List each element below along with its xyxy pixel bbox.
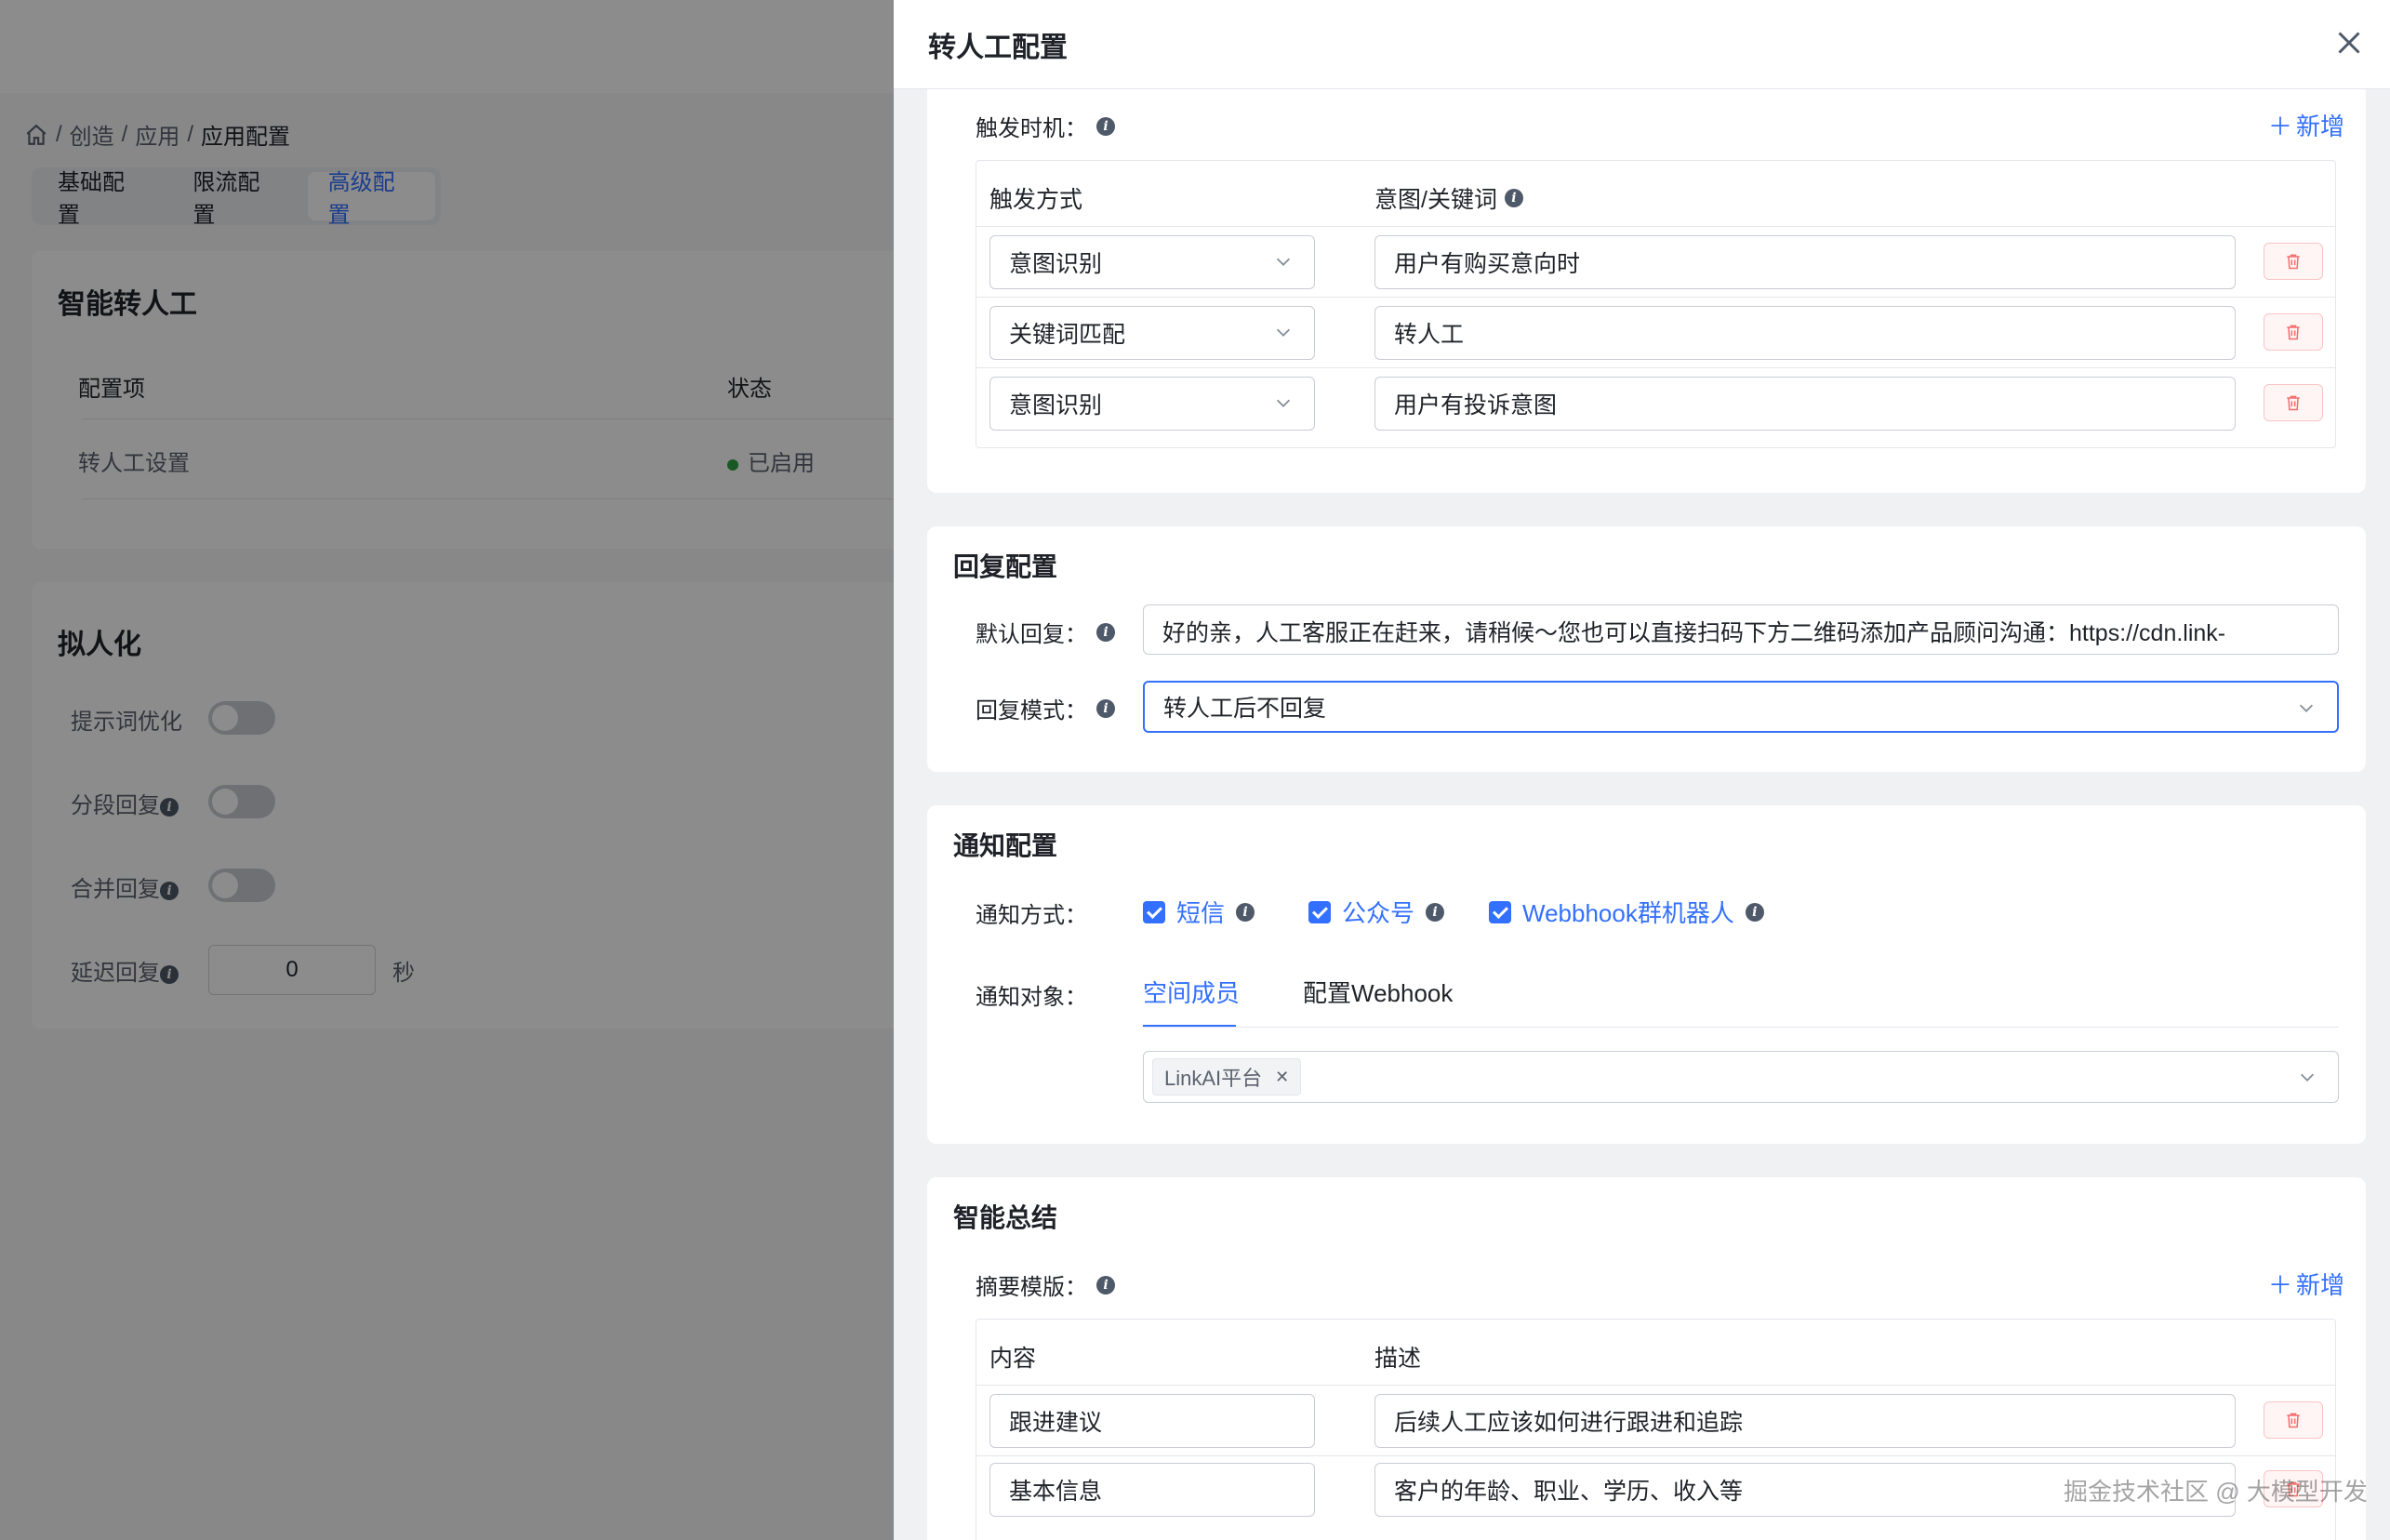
close-icon[interactable] bbox=[2332, 26, 2366, 60]
notify-method-label: 通知方式： bbox=[976, 903, 1087, 928]
delete-button[interactable] bbox=[2264, 384, 2323, 421]
info-icon: i bbox=[1426, 902, 1445, 922]
close-icon[interactable]: ✕ bbox=[1275, 1068, 1289, 1087]
delete-button[interactable] bbox=[2264, 1401, 2323, 1439]
notify-config-title: 通知配置 bbox=[953, 831, 1058, 860]
tab-config-webhook[interactable]: 配置Webhook bbox=[1303, 975, 1453, 1009]
divider bbox=[976, 1385, 2335, 1386]
info-icon: i bbox=[1096, 622, 1115, 642]
checkbox-checked[interactable] bbox=[1489, 900, 1511, 923]
trash-icon bbox=[2287, 325, 2300, 340]
trigger-mode-select[interactable]: 关键词匹配 bbox=[989, 306, 1315, 360]
divider bbox=[976, 1455, 2335, 1456]
chevron-down-icon bbox=[1276, 258, 1291, 266]
summary-content-input[interactable]: 跟进建议 bbox=[989, 1394, 1315, 1448]
notify-config-panel: 通知配置 通知方式： 短信 i 公众号 i Webbhook群机器人 i 通知对象： … bbox=[927, 805, 2366, 1144]
intent-keyword-input[interactable]: 转人工 bbox=[1374, 306, 2236, 360]
plus-icon: ＋ bbox=[2268, 1271, 2293, 1299]
chevron-down-icon bbox=[1276, 328, 1291, 337]
col-intent-keyword: 意图/关键词 i bbox=[1374, 181, 1523, 215]
info-icon: i bbox=[1236, 902, 1255, 922]
trash-icon bbox=[2287, 395, 2300, 411]
checkbox-checked[interactable] bbox=[1143, 900, 1165, 923]
divider bbox=[976, 297, 2335, 298]
default-reply-label: 默认回复： i bbox=[976, 616, 1115, 648]
member-tag: LinkAI平台 ✕ bbox=[1152, 1058, 1302, 1095]
reply-config-title: 回复配置 bbox=[953, 552, 1058, 581]
transfer-config-drawer: 转人工配置 触发时机： i ＋新增 触发方式 意图/关键词 i 意图识别 用户有购买… bbox=[894, 0, 2390, 1540]
intent-keyword-input[interactable]: 用户有投诉意图 bbox=[1374, 377, 2236, 431]
plus-icon: ＋ bbox=[2268, 113, 2293, 140]
col-trigger-mode: 触发方式 bbox=[989, 187, 1083, 213]
reply-mode-select[interactable]: 转人工后不回复 bbox=[1143, 681, 2339, 733]
delete-button[interactable] bbox=[2264, 243, 2323, 280]
trash-icon bbox=[2287, 1413, 2300, 1428]
info-icon: i bbox=[1745, 902, 1764, 922]
summary-content-input[interactable]: 基本信息 bbox=[989, 1463, 1315, 1517]
divider bbox=[976, 226, 2335, 227]
info-icon: i bbox=[1096, 1275, 1115, 1294]
default-reply-input[interactable]: 好的亲，人工客服正在赶来，请稍候～您也可以直接扫码下方二维码添加产品顾问沟通：h… bbox=[1143, 604, 2339, 655]
notify-webhook-checkbox[interactable]: Webbhook群机器人 i bbox=[1489, 895, 1764, 929]
add-trigger-button[interactable]: ＋新增 bbox=[2268, 108, 2344, 142]
info-icon: i bbox=[1096, 698, 1115, 718]
trigger-label: 触发时机： i bbox=[976, 110, 1115, 142]
drawer-header: 转人工配置 bbox=[894, 0, 2390, 89]
col-content: 内容 bbox=[989, 1346, 1037, 1372]
reply-config-panel: 回复配置 默认回复： i 好的亲，人工客服正在赶来，请稍候～您也可以直接扫码下方二… bbox=[927, 526, 2366, 772]
notify-target-label: 通知对象： bbox=[976, 985, 1087, 1010]
tab-space-members[interactable]: 空间成员 bbox=[1143, 975, 1240, 1009]
trigger-table: 触发方式 意图/关键词 i 意图识别 用户有购买意向时 关键词匹配 转人工 意图识… bbox=[976, 160, 2336, 448]
info-icon: i bbox=[1096, 116, 1115, 136]
modal-overlay[interactable] bbox=[0, 0, 894, 1540]
col-description: 描述 bbox=[1374, 1346, 1422, 1372]
intent-keyword-input[interactable]: 用户有购买意向时 bbox=[1374, 235, 2236, 289]
drawer-title: 转人工配置 bbox=[928, 33, 1068, 63]
delete-button[interactable] bbox=[2264, 313, 2323, 351]
add-summary-button[interactable]: ＋新增 bbox=[2268, 1267, 2344, 1301]
trigger-mode-select[interactable]: 意图识别 bbox=[989, 377, 1315, 431]
summary-desc-input[interactable]: 后续人工应该如何进行跟进和追踪 bbox=[1374, 1394, 2236, 1448]
chevron-down-icon bbox=[1276, 399, 1291, 407]
chevron-down-icon bbox=[2300, 1073, 2315, 1082]
chevron-down-icon bbox=[2299, 704, 2314, 712]
info-icon: i bbox=[1504, 189, 1523, 207]
trigger-panel: 触发时机： i ＋新增 触发方式 意图/关键词 i 意图识别 用户有购买意向时 关键… bbox=[927, 89, 2366, 493]
tab-divider bbox=[1143, 1027, 2339, 1028]
notify-sms-checkbox[interactable]: 短信 i bbox=[1143, 895, 1255, 929]
summary-template-label: 摘要模版： i bbox=[976, 1268, 1115, 1301]
watermark: 掘金技术社区 @ 大模型开发 bbox=[2064, 1478, 2368, 1506]
member-select[interactable] bbox=[1143, 1051, 2339, 1103]
summary-title: 智能总结 bbox=[953, 1203, 1058, 1232]
trigger-mode-select[interactable]: 意图识别 bbox=[989, 235, 1315, 289]
trash-icon bbox=[2287, 254, 2300, 270]
divider bbox=[976, 367, 2335, 368]
checkbox-checked[interactable] bbox=[1308, 900, 1331, 923]
notify-official-account-checkbox[interactable]: 公众号 i bbox=[1308, 895, 1445, 929]
reply-mode-label: 回复模式： i bbox=[976, 692, 1115, 724]
